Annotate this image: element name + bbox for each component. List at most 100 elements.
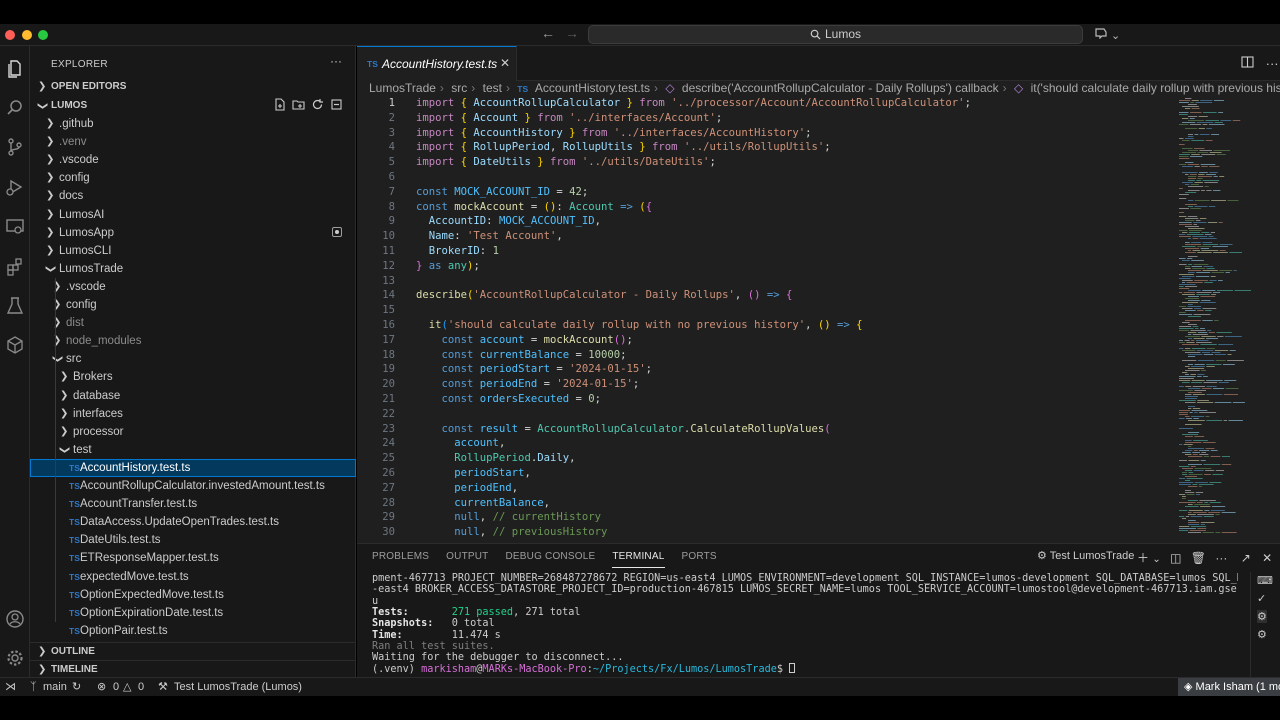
tab-terminal[interactable]: TERMINAL bbox=[612, 551, 665, 568]
breadcrumb-item[interactable]: src bbox=[451, 81, 467, 95]
account-status[interactable]: ◈ Mark Isham (1 mo bbox=[1178, 678, 1280, 696]
gear-icon[interactable] bbox=[5, 648, 25, 668]
tab-debug-console[interactable]: DEBUG CONSOLE bbox=[505, 551, 595, 562]
file-item[interactable]: TS AccountHistory.test.ts bbox=[30, 458, 356, 477]
folder-item[interactable]: ❯ .vscode bbox=[30, 151, 356, 169]
folder-item[interactable]: ❯ database bbox=[30, 387, 356, 405]
minimize-window-button[interactable] bbox=[22, 30, 32, 40]
folder-item[interactable]: ❯ node_modules bbox=[30, 332, 356, 350]
file-item[interactable]: TS ETResponseMapper.test.ts bbox=[30, 549, 356, 567]
timeline-section[interactable]: ❯ TIMELINE bbox=[30, 660, 356, 678]
folder-item[interactable]: ❯ LumosTrade bbox=[30, 260, 356, 278]
command-center-search[interactable]: Lumos bbox=[588, 25, 1083, 44]
panel-tabs: PROBLEMS OUTPUT DEBUG CONSOLE TERMINAL PORTS bbox=[372, 551, 734, 568]
warning-count[interactable]: 0 bbox=[138, 678, 144, 696]
close-window-button[interactable] bbox=[5, 30, 15, 40]
close-icon[interactable]: ✕ bbox=[1262, 551, 1272, 565]
terminal-icon[interactable]: ⌨ bbox=[1257, 574, 1273, 587]
collapse-all-icon[interactable] bbox=[330, 98, 344, 112]
folder-item[interactable]: ❯ config bbox=[30, 296, 356, 314]
folder-item[interactable]: ❯ LumosAI bbox=[30, 206, 356, 224]
sync-icon[interactable]: ↻ bbox=[72, 678, 81, 696]
accounts-icon[interactable] bbox=[5, 609, 25, 629]
check-icon[interactable]: ✓ bbox=[1257, 592, 1266, 605]
file-item[interactable]: TS DataAccess.UpdateOpenTrades.test.ts bbox=[30, 513, 356, 531]
modified-badge-icon bbox=[332, 227, 342, 237]
back-arrow-icon[interactable]: ← bbox=[541, 25, 555, 41]
file-item[interactable]: TS AccountRollupCalculator.investedAmount… bbox=[30, 477, 356, 495]
maximize-panel-icon[interactable]: ↗ bbox=[1241, 551, 1251, 565]
zoom-window-button[interactable] bbox=[38, 30, 48, 40]
folder-item[interactable]: ❯ Brokers bbox=[30, 368, 356, 386]
minimap[interactable] bbox=[1177, 96, 1280, 543]
folder-item[interactable]: ❯ dist bbox=[30, 314, 356, 332]
run-debug-icon[interactable] bbox=[5, 177, 25, 197]
tree-item-label: config bbox=[59, 172, 90, 185]
folder-item[interactable]: ❯ .github bbox=[30, 115, 356, 133]
gear-icon[interactable]: ⚙ bbox=[1257, 610, 1267, 623]
file-item[interactable]: TS DateUtils.test.ts bbox=[30, 531, 356, 549]
search-icon[interactable] bbox=[5, 98, 25, 118]
more-actions-icon[interactable]: ··· bbox=[1215, 551, 1227, 565]
source-control-icon[interactable] bbox=[5, 137, 25, 157]
terminal-selector[interactable]: ⚙ Test LumosTrade bbox=[1037, 549, 1134, 562]
folder-item[interactable]: ❯ interfaces bbox=[30, 405, 356, 423]
folder-item[interactable]: ❯ processor bbox=[30, 423, 356, 441]
more-actions-icon[interactable]: ··· bbox=[1266, 56, 1279, 71]
split-editor-icon[interactable] bbox=[1241, 56, 1254, 71]
breadcrumb-item[interactable]: it('should calculate daily rollup with p… bbox=[1031, 81, 1280, 95]
file-item[interactable]: TS expectedMove.test.ts bbox=[30, 568, 356, 586]
split-terminal-icon[interactable]: ◫ bbox=[1170, 551, 1181, 565]
running-task[interactable]: Test LumosTrade (Lumos) bbox=[174, 678, 302, 696]
more-actions-icon[interactable]: ··· bbox=[330, 54, 342, 68]
folder-item[interactable]: ❯ .venv bbox=[30, 133, 356, 151]
new-file-icon[interactable] bbox=[273, 98, 287, 112]
refresh-icon[interactable] bbox=[311, 98, 325, 112]
open-editors-section[interactable]: ❯ OPEN EDITORS bbox=[30, 78, 356, 96]
testing-icon[interactable] bbox=[5, 296, 25, 316]
error-icon[interactable]: ⊗ bbox=[97, 678, 106, 696]
folder-item[interactable]: ❯ .vscode bbox=[30, 278, 356, 296]
folder-item[interactable]: ❯ config bbox=[30, 169, 356, 187]
tools-icon[interactable]: ⚒ bbox=[158, 678, 168, 696]
project-actions bbox=[273, 98, 349, 114]
folder-item[interactable]: ❯ LumosCLI bbox=[30, 242, 356, 260]
branch-icon[interactable]: ᛉ bbox=[30, 678, 37, 696]
bottom-panel: PROBLEMS OUTPUT DEBUG CONSOLE TERMINAL PORTS… bbox=[357, 543, 1280, 678]
file-item[interactable]: TS OptionExpirationDate.test.ts bbox=[30, 604, 356, 622]
trash-icon[interactable]: 🗑 bbox=[1191, 551, 1206, 565]
folder-item[interactable]: ❯ test bbox=[30, 441, 356, 459]
plus-icon[interactable]: ＋ bbox=[1137, 551, 1149, 565]
tab-ports[interactable]: PORTS bbox=[682, 551, 717, 562]
error-count[interactable]: 0 bbox=[113, 678, 119, 696]
explorer-icon[interactable] bbox=[5, 58, 25, 78]
branch-name[interactable]: main bbox=[43, 678, 67, 696]
breadcrumb-item[interactable]: describe('AccountRollupCalculator - Dail… bbox=[682, 81, 999, 95]
file-item[interactable]: TS OptionPair.test.ts bbox=[30, 622, 356, 640]
copilot-icon[interactable]: ⌄ bbox=[1094, 27, 1120, 42]
terminal-output[interactable]: pment-467713 PROJECT_NUMBER=268487278672… bbox=[372, 572, 1238, 678]
breadcrumb-item[interactable]: LumosTrade bbox=[369, 81, 436, 95]
close-icon[interactable]: ✕ bbox=[500, 56, 510, 70]
remote-explorer-icon[interactable] bbox=[5, 217, 25, 237]
file-item[interactable]: TS OptionExpectedMove.test.ts bbox=[30, 586, 356, 604]
file-item[interactable]: TS AccountTransfer.test.ts bbox=[30, 495, 356, 513]
folder-item[interactable]: ❯ src bbox=[30, 350, 356, 368]
new-folder-icon[interactable] bbox=[292, 98, 306, 112]
folder-item[interactable]: ❯ LumosApp bbox=[30, 224, 356, 242]
tab-problems[interactable]: PROBLEMS bbox=[372, 551, 429, 562]
chevron-down-icon[interactable]: ⌄ bbox=[1152, 554, 1160, 565]
folder-item[interactable]: ❯ docs bbox=[30, 187, 356, 205]
code-editor[interactable]: 1 import { AccountRollupCalculator } from… bbox=[357, 96, 1177, 543]
breadcrumb-item[interactable]: AccountHistory.test.ts bbox=[535, 81, 650, 95]
gear-icon[interactable]: ⚙ bbox=[1257, 628, 1267, 641]
warning-icon[interactable]: △ bbox=[123, 678, 131, 696]
breadcrumb-item[interactable]: test bbox=[483, 81, 502, 95]
remote-icon[interactable]: ⋊ bbox=[5, 678, 16, 696]
extensions-icon[interactable] bbox=[5, 257, 25, 277]
outline-section[interactable]: ❯ OUTLINE bbox=[30, 642, 356, 660]
forward-arrow-icon[interactable]: → bbox=[565, 25, 579, 41]
database-icon[interactable] bbox=[5, 335, 25, 355]
tab-account-history-test[interactable]: TS AccountHistory.test.ts ✕ bbox=[357, 46, 517, 81]
tab-output[interactable]: OUTPUT bbox=[446, 551, 488, 562]
